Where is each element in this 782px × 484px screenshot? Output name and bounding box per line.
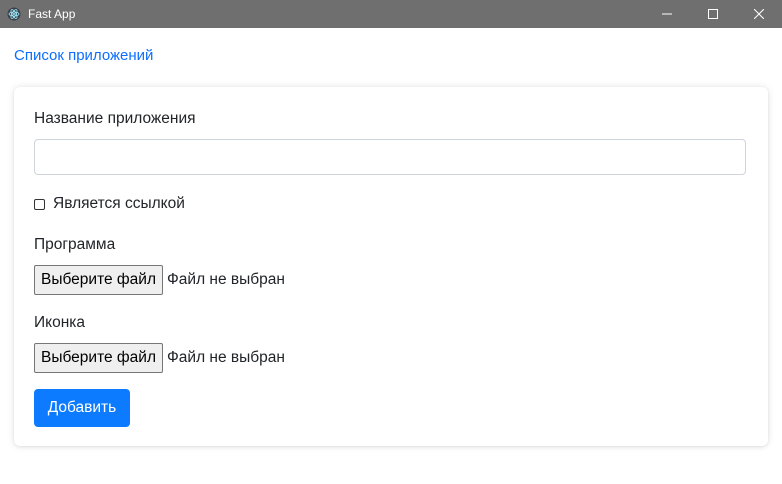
window-titlebar: Fast App	[0, 0, 782, 28]
app-name-label: Название приложения	[34, 110, 196, 127]
is-link-row: Является ссылкой	[34, 195, 185, 213]
maximize-button[interactable]	[690, 0, 736, 28]
add-app-form: Название приложения Является ссылкой Про…	[14, 87, 768, 446]
apps-list-link[interactable]: Список приложений	[14, 47, 153, 64]
add-button[interactable]: Добавить	[34, 389, 130, 427]
program-label: Программа	[34, 236, 116, 253]
is-link-checkbox[interactable]	[34, 198, 45, 210]
close-button[interactable]	[736, 0, 782, 28]
program-choose-file-button[interactable]: Выберите файл	[34, 265, 164, 295]
icon-file-status: Файл не выбран	[167, 349, 285, 366]
icon-label: Иконка	[34, 314, 86, 331]
icon-file-row: Выберите файл Файл не выбран	[34, 343, 285, 373]
app-name-input[interactable]	[34, 139, 746, 175]
program-file-status: Файл не выбран	[167, 271, 285, 288]
electron-icon	[7, 7, 21, 21]
close-icon	[754, 9, 764, 19]
minimize-button[interactable]	[644, 0, 690, 28]
window-controls	[644, 0, 782, 28]
icon-choose-file-button[interactable]: Выберите файл	[34, 343, 164, 373]
is-link-label: Является ссылкой	[53, 195, 185, 212]
minimize-icon	[662, 13, 672, 15]
page-content: Список приложений Название приложения Яв…	[0, 28, 782, 484]
window-title: Fast App	[28, 7, 76, 21]
maximize-icon	[708, 9, 718, 19]
program-file-row: Выберите файл Файл не выбран	[34, 265, 285, 295]
